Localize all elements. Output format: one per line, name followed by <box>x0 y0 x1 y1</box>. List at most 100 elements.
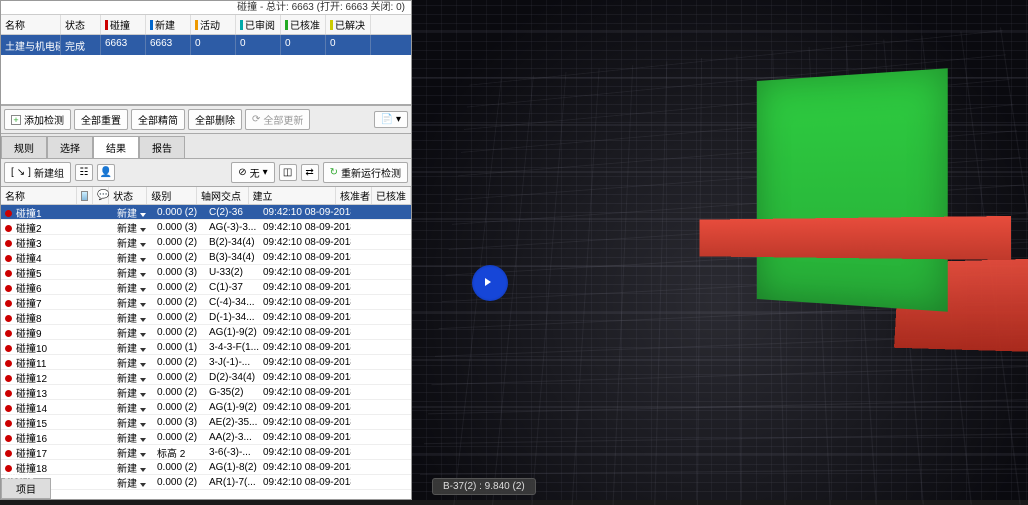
result-row[interactable]: 碰撞18新建0.000 (2)AG(1)-8(2)09:42:10 08-09-… <box>1 460 411 475</box>
tab-select[interactable]: 选择 <box>47 136 93 158</box>
test-grid-row[interactable]: 土建与机电碰撞 完成 6663 6663 0 0 0 0 <box>1 35 411 55</box>
filter-none-button[interactable]: ⊘ 无 ▾ <box>231 162 274 183</box>
result-row[interactable]: 碰撞19新建0.000 (2)AR(1)-7(...09:42:10 08-09… <box>1 475 411 490</box>
th-approved[interactable]: 已核准 <box>281 15 326 34</box>
th-clash[interactable]: 碰撞 <box>101 15 146 34</box>
status-dot-icon <box>5 420 12 427</box>
toolbar-main: 添加检测 全部重置 全部精简 全部删除 ⟳ 全部更新 📄 ▾ <box>1 105 411 134</box>
add-test-button[interactable]: 添加检测 <box>4 109 71 130</box>
tabs: 规则 选择 结果 报告 <box>1 134 411 159</box>
result-row[interactable]: 碰撞6新建0.000 (2)C(1)-3709:42:10 08-09-2018 <box>1 280 411 295</box>
clash-object-green[interactable] <box>757 68 948 312</box>
reset-all-button[interactable]: 全部重置 <box>74 109 128 130</box>
rh-approver[interactable]: 核准者 <box>336 187 372 204</box>
dropdown-icon[interactable] <box>140 288 146 292</box>
status-dot-icon <box>5 225 12 232</box>
rh-status[interactable]: 状态 <box>109 187 147 204</box>
camera-icon <box>81 191 88 201</box>
result-row[interactable]: 碰撞8新建0.000 (2)D(-1)-34...09:42:10 08-09-… <box>1 310 411 325</box>
tab-rules[interactable]: 规则 <box>1 136 47 158</box>
td-clash: 6663 <box>101 35 146 55</box>
clash-object-red[interactable] <box>700 216 1011 260</box>
dropdown-icon[interactable] <box>140 318 146 322</box>
td-name: 土建与机电碰撞 <box>1 35 61 55</box>
test-grid-header: 名称 状态 碰撞 新建 活动 已审阅 已核准 已解决 <box>1 15 411 35</box>
rh-grid[interactable]: 轴网交点 <box>197 187 249 204</box>
dropdown-icon[interactable] <box>140 423 146 427</box>
rh-name[interactable]: 名称 <box>1 187 77 204</box>
results-list[interactable]: 碰撞1新建0.000 (2)C(2)-3609:42:10 08-09-2018… <box>1 205 411 499</box>
rh-image[interactable] <box>77 187 93 204</box>
assign-button[interactable]: 👤 <box>97 164 115 181</box>
dropdown-icon[interactable] <box>140 228 146 232</box>
dropdown-icon[interactable] <box>140 303 146 307</box>
refine-all-button[interactable]: 全部精简 <box>131 109 185 130</box>
tab-results[interactable]: 结果 <box>93 136 139 158</box>
status-dot-icon <box>5 270 12 277</box>
status-dot-icon <box>5 405 12 412</box>
status-dot-icon <box>5 345 12 352</box>
test-grid: 名称 状态 碰撞 新建 活动 已审阅 已核准 已解决 土建与机电碰撞 完成 66… <box>1 15 411 105</box>
result-row[interactable]: 碰撞3新建0.000 (2)B(2)-34(4)09:42:10 08-09-2… <box>1 235 411 250</box>
rh-approved[interactable]: 已核准 <box>372 187 411 204</box>
result-row[interactable]: 碰撞17新建标高 23-6(-3)-...09:42:10 08-09-2018 <box>1 445 411 460</box>
rerun-button[interactable]: ↻ 重新运行检测 <box>323 162 408 183</box>
update-all-button[interactable]: ⟳ 全部更新 <box>245 109 310 130</box>
dropdown-icon[interactable] <box>140 258 146 262</box>
result-row[interactable]: 碰撞10新建0.000 (1)3-4-3-F(1...09:42:10 08-0… <box>1 340 411 355</box>
status-dot-icon <box>5 375 12 382</box>
td-new: 6663 <box>146 35 191 55</box>
bottom-tab-project[interactable]: 项目 <box>1 478 51 499</box>
dropdown-icon[interactable] <box>140 273 146 277</box>
dropdown-icon[interactable] <box>140 468 146 472</box>
rh-created[interactable]: 建立 <box>249 187 336 204</box>
result-row[interactable]: 碰撞4新建0.000 (2)B(3)-34(4)09:42:10 08-09-2… <box>1 250 411 265</box>
rh-level[interactable]: 级别 <box>147 187 197 204</box>
result-row[interactable]: 碰撞1新建0.000 (2)C(2)-3609:42:10 08-09-2018 <box>1 205 411 220</box>
status-dot-icon <box>5 315 12 322</box>
result-row[interactable]: 碰撞15新建0.000 (3)AE(2)-35...09:42:10 08-09… <box>1 415 411 430</box>
delete-all-button[interactable]: 全部删除 <box>188 109 242 130</box>
isolate-button[interactable]: ◫ <box>279 164 297 181</box>
result-row[interactable]: 碰撞14新建0.000 (2)AG(1)-9(2)09:42:10 08-09-… <box>1 400 411 415</box>
dropdown-icon[interactable] <box>140 453 146 457</box>
th-resolved[interactable]: 已解决 <box>326 15 371 34</box>
result-row[interactable]: 碰撞5新建0.000 (3)U-33(2)09:42:10 08-09-2018 <box>1 265 411 280</box>
th-active[interactable]: 活动 <box>191 15 236 34</box>
result-row[interactable]: 碰撞13新建0.000 (2)G-35(2)09:42:10 08-09-201… <box>1 385 411 400</box>
dropdown-icon[interactable] <box>140 348 146 352</box>
dropdown-icon[interactable] <box>140 363 146 367</box>
dropdown-icon[interactable] <box>140 408 146 412</box>
th-status[interactable]: 状态 <box>61 15 101 34</box>
export-menu-button[interactable]: 📄 ▾ <box>374 111 408 128</box>
dropdown-icon[interactable] <box>140 438 146 442</box>
dropdown-icon[interactable] <box>140 213 146 217</box>
dropdown-icon[interactable] <box>140 483 146 487</box>
tab-report[interactable]: 报告 <box>139 136 185 158</box>
result-row[interactable]: 碰撞7新建0.000 (2)C(-4)-34...09:42:10 08-09-… <box>1 295 411 310</box>
dimension-button[interactable]: ⇄ <box>301 164 319 181</box>
result-row[interactable]: 碰撞9新建0.000 (2)AG(1)-9(2)09:42:10 08-09-2… <box>1 325 411 340</box>
plus-icon <box>11 115 21 125</box>
3d-viewport[interactable]: B-37(2) : 9.840 (2) <box>412 0 1028 500</box>
rh-comment[interactable]: 💬 <box>93 187 109 204</box>
result-row[interactable]: 碰撞11新建0.000 (2)3-J(-1)-...09:42:10 08-09… <box>1 355 411 370</box>
result-row[interactable]: 碰撞16新建0.000 (2)AA(2)-3...09:42:10 08-09-… <box>1 430 411 445</box>
result-row[interactable]: 碰撞2新建0.000 (3)AG(-3)-3...09:42:10 08-09-… <box>1 220 411 235</box>
dropdown-icon[interactable] <box>140 378 146 382</box>
cursor-icon <box>485 278 491 286</box>
status-dot-icon <box>5 435 12 442</box>
results-toolbar: [↘] 新建组 ☷ 👤 ⊘ 无 ▾ ◫ ⇄ ↻ 重新运行检测 <box>1 159 411 187</box>
dropdown-icon[interactable] <box>140 333 146 337</box>
dropdown-icon[interactable] <box>140 393 146 397</box>
th-new[interactable]: 新建 <box>146 15 191 34</box>
th-name[interactable]: 名称 <box>1 15 61 34</box>
new-group-button[interactable]: [↘] 新建组 <box>4 162 71 183</box>
left-panel: 碰撞 - 总计: 6663 (打开: 6663 关闭: 0) 名称 状态 碰撞 … <box>0 0 412 500</box>
th-reviewed[interactable]: 已审阅 <box>236 15 281 34</box>
dropdown-icon[interactable] <box>140 243 146 247</box>
status-dot-icon <box>5 255 12 262</box>
group-icon-button[interactable]: ☷ <box>75 164 93 181</box>
viewport-status: B-37(2) : 9.840 (2) <box>432 478 536 495</box>
result-row[interactable]: 碰撞12新建0.000 (2)D(2)-34(4)09:42:10 08-09-… <box>1 370 411 385</box>
